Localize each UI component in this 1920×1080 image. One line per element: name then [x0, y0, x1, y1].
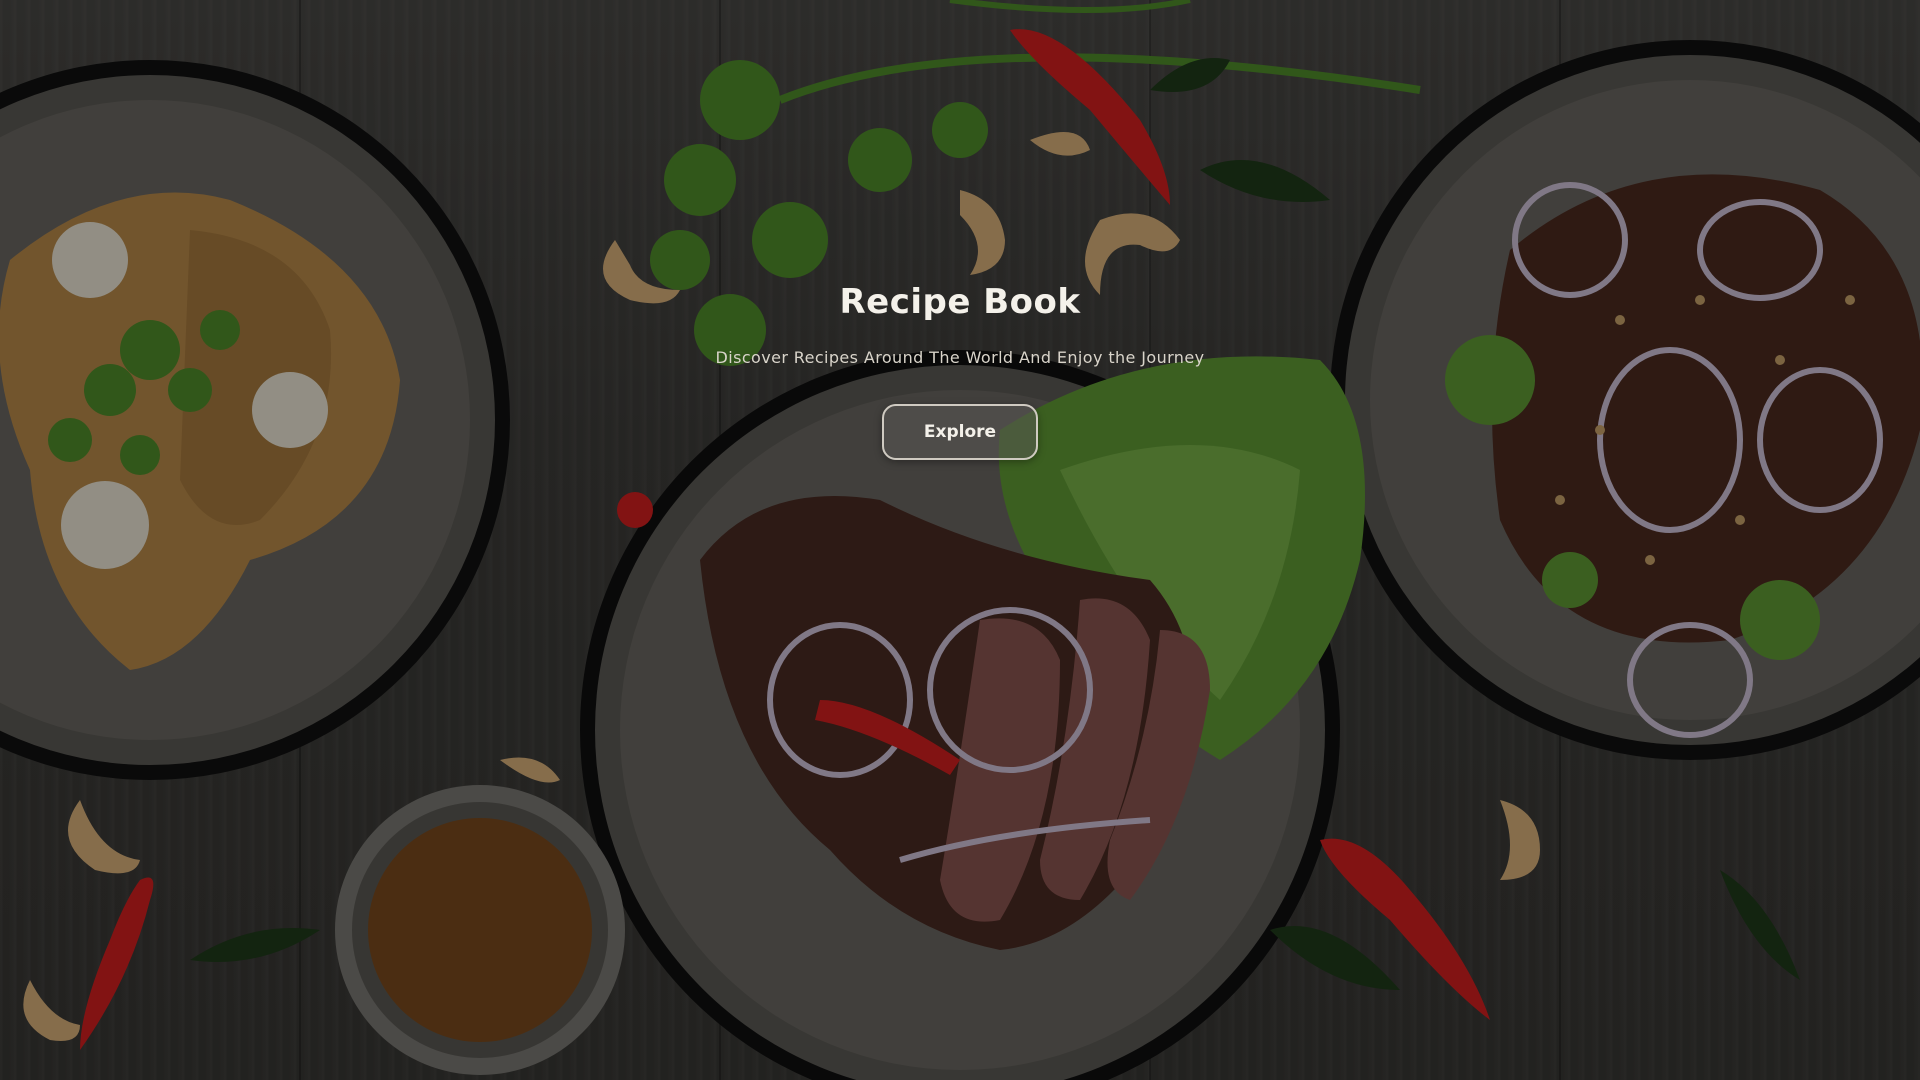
explore-button[interactable]: Explore — [882, 404, 1038, 460]
dark-overlay — [0, 0, 1920, 1080]
page-subtitle: Discover Recipes Around The World And En… — [715, 348, 1205, 367]
hero-section: Recipe Book Discover Recipes Around The … — [0, 0, 1920, 1080]
hero-content: Recipe Book Discover Recipes Around The … — [0, 270, 1920, 460]
page-title: Recipe Book — [839, 282, 1081, 322]
